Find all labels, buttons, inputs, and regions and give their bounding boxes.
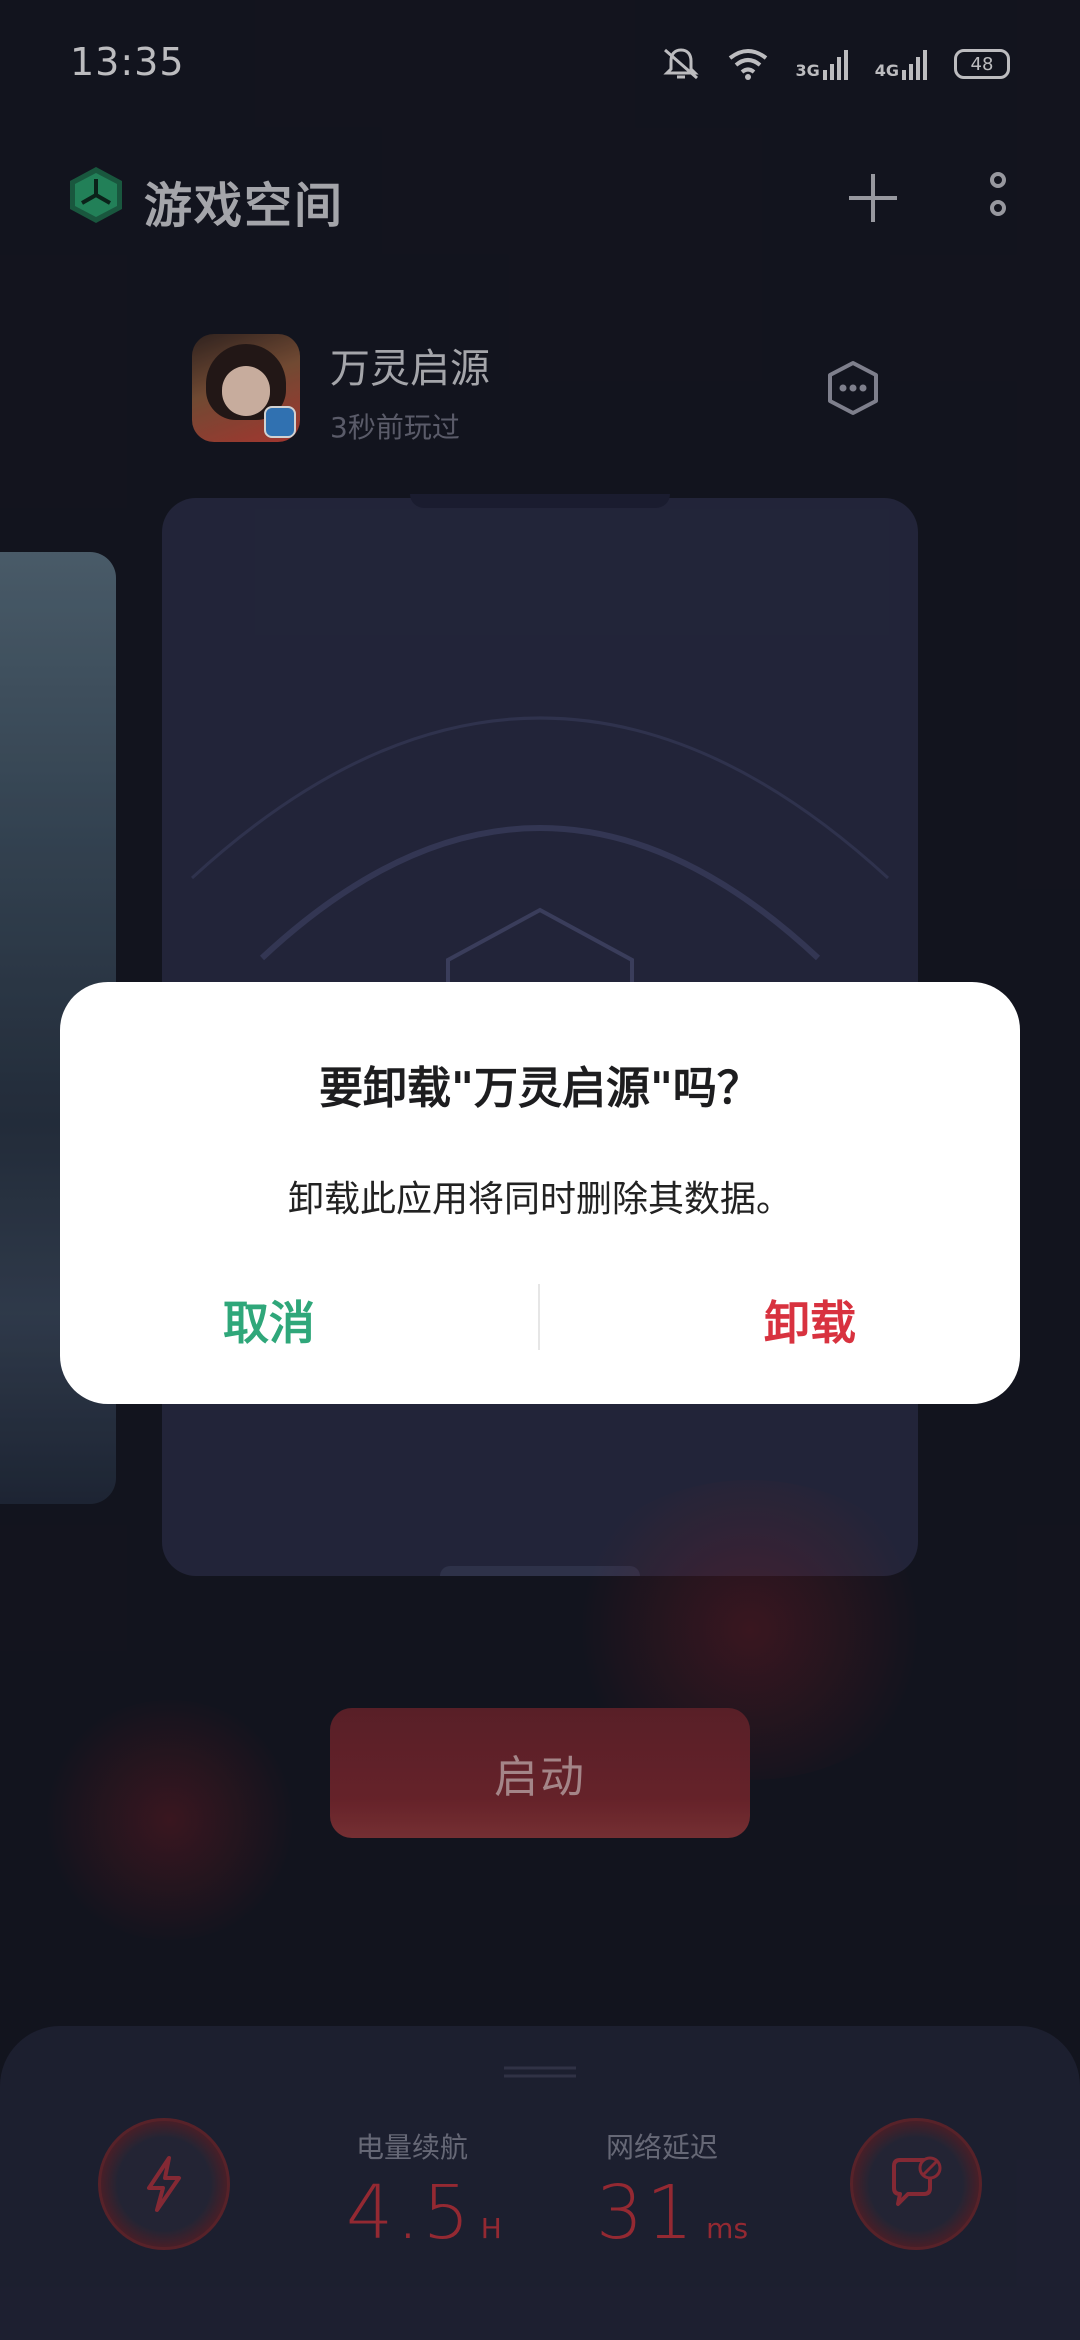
dialog-message: 卸载此应用将同时删除其数据。	[287, 1179, 792, 1220]
cancel-label: 取消	[223, 1296, 315, 1350]
cancel-button[interactable]: 取消	[60, 1266, 538, 1374]
uninstall-button[interactable]: 卸载	[540, 1266, 1020, 1374]
dialog-title: 要卸载"万灵启源"吗？	[319, 1063, 761, 1114]
uninstall-label: 卸载	[764, 1296, 856, 1350]
